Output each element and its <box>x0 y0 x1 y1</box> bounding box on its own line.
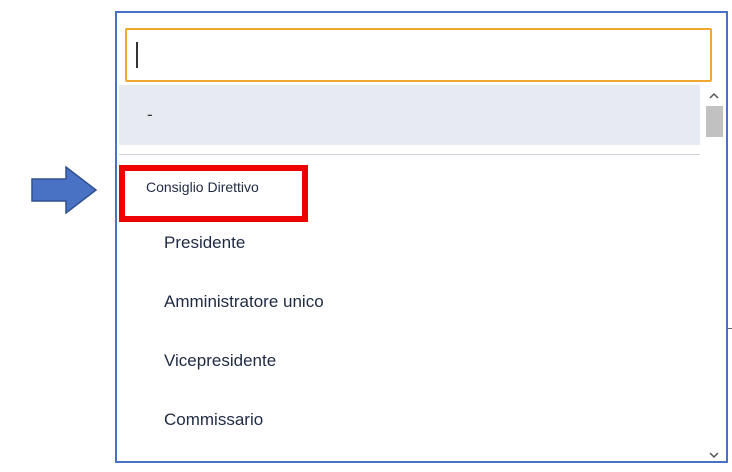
options-list: - Consiglio Direttivo Presidente Amminis… <box>117 85 728 463</box>
list-scrollbar[interactable] <box>702 85 726 465</box>
search-input[interactable] <box>127 30 710 80</box>
right-arrow-icon <box>31 165 98 215</box>
option-empty[interactable]: - <box>119 85 700 145</box>
select-dropdown: - Consiglio Direttivo Presidente Amminis… <box>115 11 728 463</box>
text-caret <box>136 42 138 68</box>
scroll-down-button[interactable] <box>702 447 726 463</box>
option-commissario[interactable]: Commissario <box>164 410 263 430</box>
search-field-container <box>125 28 712 82</box>
chevron-down-icon <box>709 451 719 458</box>
option-amministratore-unico[interactable]: Amministratore unico <box>164 292 324 312</box>
option-vicepresidente[interactable]: Vicepresidente <box>164 351 276 371</box>
options-divider <box>119 154 700 155</box>
scrollbar-thumb[interactable] <box>706 106 723 137</box>
option-group-header: Consiglio Direttivo <box>146 179 259 195</box>
option-presidente[interactable]: Presidente <box>164 233 245 253</box>
chevron-up-icon <box>709 92 719 99</box>
option-empty-label: - <box>147 105 153 124</box>
scroll-up-button[interactable] <box>702 87 726 103</box>
